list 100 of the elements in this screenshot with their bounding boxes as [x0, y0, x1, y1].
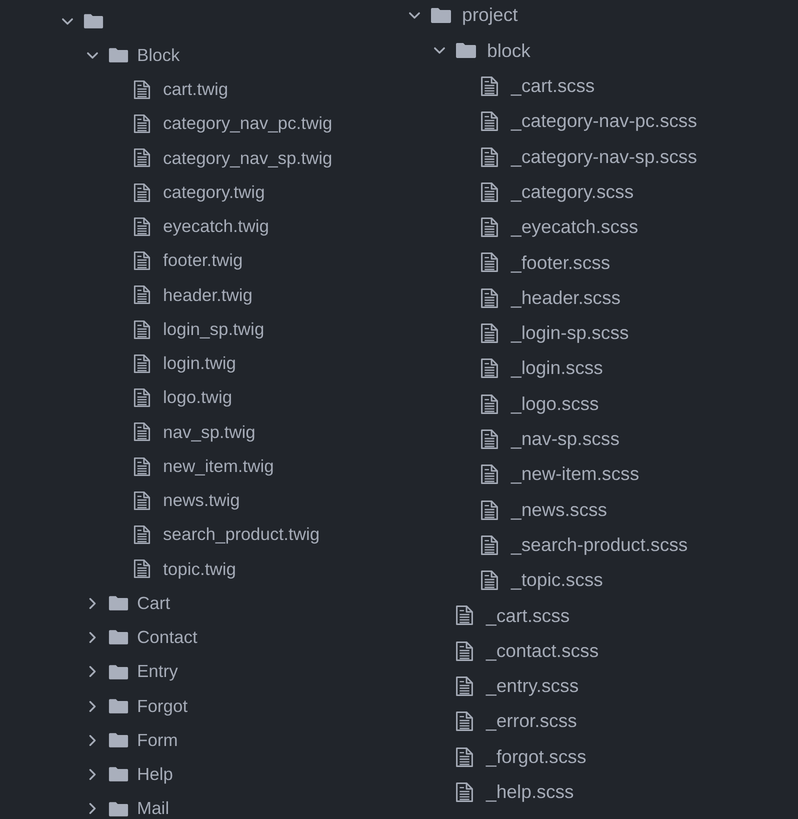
chevron-icon[interactable] — [86, 52, 98, 59]
folder-icon — [108, 595, 129, 612]
file-item[interactable]: search_product.twig — [133, 524, 320, 546]
file-icon — [455, 746, 474, 768]
folder-item[interactable]: Form — [108, 730, 178, 751]
file-icon — [455, 782, 474, 802]
file-item[interactable]: header.twig — [133, 284, 253, 306]
folder-item[interactable]: Mail — [108, 798, 170, 819]
file-item[interactable]: _category.scss — [480, 180, 634, 204]
file-item[interactable]: _forgot.scss — [455, 746, 586, 768]
folder-item[interactable]: Entry — [108, 661, 178, 682]
chevron-icon[interactable] — [88, 769, 96, 780]
file-icon — [133, 320, 151, 340]
file-item[interactable]: logo.twig — [133, 387, 232, 408]
file-item[interactable]: topic.twig — [133, 558, 236, 580]
folder-icon — [108, 698, 129, 714]
folder-item[interactable]: Cart — [108, 592, 170, 614]
file-item[interactable]: news.twig — [133, 490, 240, 512]
file-item[interactable]: new_item.twig — [133, 456, 274, 477]
file-item[interactable]: _cart.scss — [455, 604, 570, 627]
file-icon — [480, 464, 499, 485]
file-item[interactable]: _topic.scss — [480, 569, 603, 592]
file-icon — [133, 216, 151, 236]
file-item[interactable]: _help.scss — [455, 781, 574, 804]
file-icon — [133, 354, 151, 374]
folder-item[interactable]: Block — [108, 44, 180, 66]
file-icon — [133, 490, 151, 510]
file-item[interactable]: cart.twig — [133, 79, 228, 100]
file-icon — [455, 605, 474, 626]
file-icon — [480, 534, 499, 556]
file-icon — [480, 182, 499, 202]
file-item[interactable]: _news.scss — [480, 498, 608, 521]
file-item[interactable]: login.twig — [133, 353, 236, 374]
file-item[interactable]: _logo.scss — [480, 392, 599, 416]
file-item[interactable]: _new-item.scss — [480, 463, 640, 486]
file-item[interactable]: _login-sp.scss — [480, 322, 629, 344]
file-icon — [133, 80, 151, 100]
file-icon — [133, 388, 151, 408]
file-icon — [133, 285, 151, 305]
file-item[interactable]: _footer.scss — [480, 252, 610, 274]
chevron-icon[interactable] — [88, 632, 96, 644]
file-icon — [480, 146, 499, 168]
file-icon — [455, 711, 474, 732]
folder-icon — [430, 7, 452, 24]
file-icon — [480, 500, 499, 520]
folder-item[interactable]: Help — [108, 764, 173, 786]
folder-icon — [108, 732, 129, 749]
file-icon — [455, 640, 474, 662]
file-item[interactable]: _login.scss — [480, 357, 603, 380]
file-item[interactable]: _eyecatch.scss — [480, 216, 638, 239]
file-icon — [480, 570, 499, 591]
file-item[interactable]: footer.twig — [133, 250, 243, 272]
file-icon — [133, 114, 151, 134]
file-item[interactable]: _nav-sp.scss — [480, 428, 620, 450]
folder-icon[interactable] — [83, 12, 104, 30]
file-item[interactable]: _error.scss — [455, 710, 577, 733]
file-item[interactable]: _category-nav-sp.scss — [480, 146, 698, 168]
folder-item[interactable]: Forgot — [108, 696, 188, 717]
file-icon — [133, 559, 151, 579]
file-item[interactable]: nav_sp.twig — [133, 422, 256, 443]
folder-icon — [108, 800, 129, 818]
chevron-icon[interactable] — [408, 12, 420, 20]
chevron-icon[interactable] — [88, 700, 96, 712]
chevron-icon[interactable] — [88, 598, 96, 609]
folder-icon — [108, 47, 129, 64]
file-item[interactable]: login_sp.twig — [133, 318, 264, 340]
file-item[interactable]: _entry.scss — [455, 675, 579, 698]
file-icon — [133, 525, 151, 545]
chevron-icon[interactable] — [88, 734, 96, 746]
file-icon — [133, 182, 151, 202]
folder-icon — [455, 42, 477, 60]
file-icon — [455, 676, 474, 697]
file-item[interactable]: category.twig — [133, 182, 265, 203]
file-item[interactable]: _category-nav-pc.scss — [480, 110, 698, 133]
chevron-icon[interactable] — [434, 47, 444, 54]
chevron-icon[interactable] — [62, 18, 72, 25]
file-item[interactable]: _header.scss — [480, 286, 621, 310]
chevron-icon[interactable] — [88, 803, 96, 814]
file-icon — [480, 428, 499, 450]
file-icon — [133, 251, 151, 271]
file-icon — [133, 422, 151, 442]
folder-item[interactable]: block — [455, 40, 530, 62]
file-item[interactable]: _cart.scss — [480, 75, 595, 98]
file-icon — [480, 76, 499, 96]
file-item[interactable]: _contact.scss — [455, 640, 599, 662]
folder-icon — [108, 766, 129, 783]
chevron-icon[interactable] — [88, 666, 96, 678]
file-icon — [480, 217, 499, 238]
file-icon — [133, 148, 151, 168]
file-item[interactable]: eyecatch.twig — [133, 216, 270, 238]
folder-icon — [108, 664, 129, 680]
folder-item[interactable]: Contact — [108, 627, 198, 648]
file-item[interactable]: _search-product.scss — [480, 534, 688, 556]
folder-icon — [108, 629, 129, 646]
file-item[interactable]: category_nav_sp.twig — [133, 148, 332, 169]
file-icon — [480, 323, 499, 344]
file-icon — [480, 394, 499, 414]
file-icon — [480, 358, 499, 379]
file-item[interactable]: category_nav_pc.twig — [133, 113, 332, 134]
folder-item[interactable]: project — [430, 4, 518, 27]
